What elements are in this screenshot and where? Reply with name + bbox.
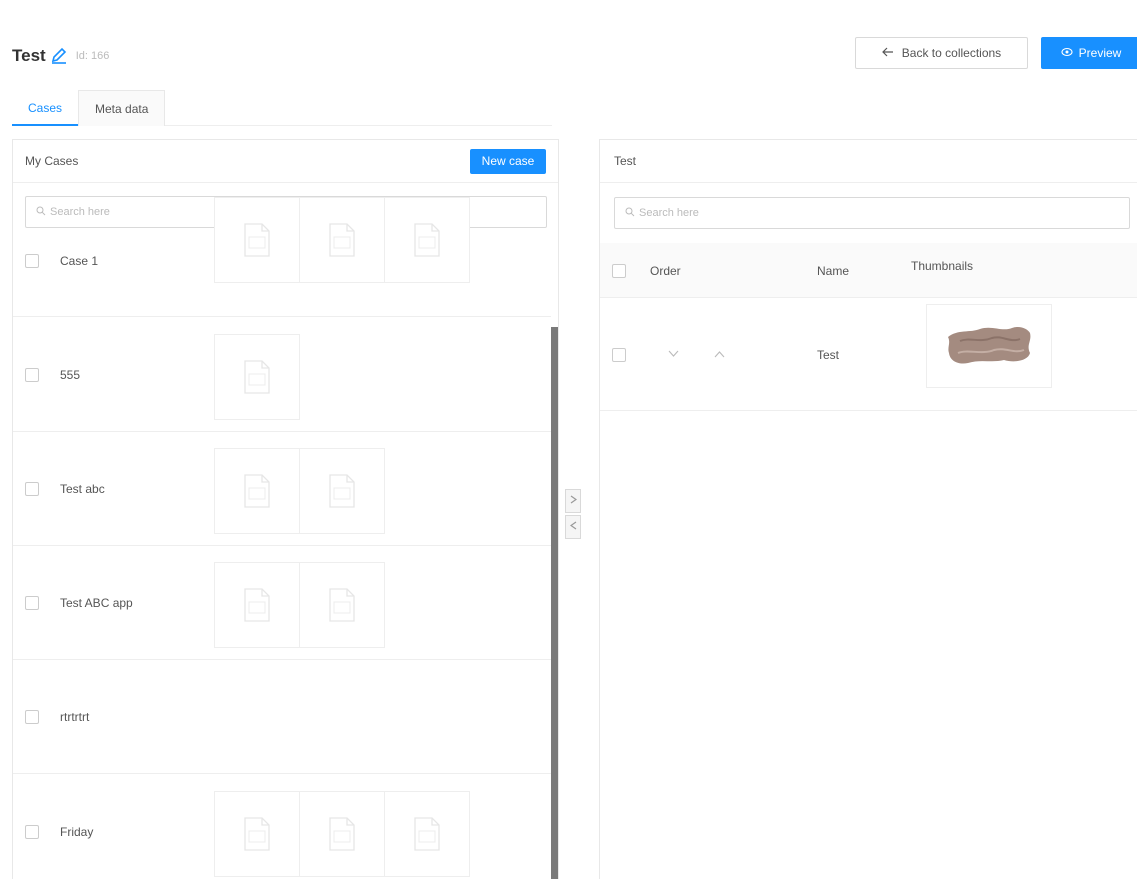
row-checkbox[interactable] xyxy=(612,348,626,362)
chevron-right-icon xyxy=(570,495,577,507)
case-checkbox[interactable] xyxy=(25,368,39,382)
chevron-left-icon xyxy=(569,521,577,533)
new-case-button[interactable]: New case xyxy=(470,148,546,174)
arrow-left-icon xyxy=(881,46,894,60)
move-down-chevron-icon[interactable] xyxy=(668,347,679,361)
row-name: Test xyxy=(817,348,840,362)
tab-bar: Cases Meta data xyxy=(12,90,552,126)
case-thumbnails xyxy=(214,334,300,420)
page-title: Test xyxy=(12,46,46,65)
file-placeholder-icon[interactable] xyxy=(214,197,300,283)
case-name: Test abc xyxy=(60,482,105,496)
file-placeholder-icon[interactable] xyxy=(214,562,300,648)
back-button-label: Back to collections xyxy=(901,46,1002,60)
search-placeholder: Search here xyxy=(639,207,699,219)
list-item[interactable]: Case 1 xyxy=(13,197,551,317)
scrollbar[interactable] xyxy=(551,327,558,879)
tab-meta-data[interactable]: Meta data xyxy=(78,90,166,126)
list-item[interactable]: Friday xyxy=(13,774,551,879)
case-name: 555 xyxy=(60,368,81,382)
case-name: Friday xyxy=(60,825,94,839)
collection-panel-title: Test xyxy=(614,154,637,168)
page-title-group: Test Id: 166 xyxy=(12,46,109,66)
collection-panel-header: Test xyxy=(600,140,1137,183)
file-placeholder-icon[interactable] xyxy=(214,448,300,534)
column-header-order[interactable]: Order xyxy=(650,264,681,278)
file-placeholder-icon[interactable] xyxy=(299,197,385,283)
list-item[interactable]: Test ABC app xyxy=(13,546,551,660)
collection-id: Id: 166 xyxy=(75,50,110,62)
case-name: Case 1 xyxy=(60,254,99,268)
file-placeholder-icon[interactable] xyxy=(299,448,385,534)
file-placeholder-icon[interactable] xyxy=(214,334,300,420)
move-up-chevron-icon[interactable] xyxy=(714,347,725,361)
case-thumbnails xyxy=(214,448,385,534)
my-cases-title: My Cases xyxy=(25,154,79,168)
preview-button-label: Preview xyxy=(1078,46,1122,60)
collection-panel: Test Search here Order Name Thumbnails T… xyxy=(599,139,1137,879)
case-checkbox[interactable] xyxy=(25,596,39,610)
case-checkbox[interactable] xyxy=(25,825,39,839)
list-item[interactable]: 555 xyxy=(13,317,551,432)
list-item[interactable]: Test abc xyxy=(13,432,551,546)
eye-icon xyxy=(1061,46,1073,60)
column-header-name[interactable]: Name xyxy=(817,264,849,278)
file-placeholder-icon[interactable] xyxy=(299,562,385,648)
move-left-button[interactable] xyxy=(565,515,581,539)
case-checkbox[interactable] xyxy=(25,482,39,496)
case-thumbnails xyxy=(214,791,470,877)
file-placeholder-icon[interactable] xyxy=(214,791,300,877)
specimen-image-icon xyxy=(944,323,1034,370)
search-icon xyxy=(625,207,635,220)
row-thumbnail[interactable] xyxy=(926,304,1052,388)
case-name: rtrtrtrt xyxy=(60,710,90,724)
search-icon xyxy=(36,206,46,219)
case-name: Test ABC app xyxy=(60,596,133,610)
file-placeholder-icon[interactable] xyxy=(384,791,470,877)
column-header-thumbnails[interactable]: Thumbnails xyxy=(911,259,973,273)
tab-cases[interactable]: Cases xyxy=(12,90,79,126)
table-row: Test xyxy=(600,298,1137,411)
case-thumbnails xyxy=(214,562,385,648)
collection-search-input[interactable]: Search here xyxy=(614,197,1130,229)
case-thumbnails xyxy=(214,197,470,283)
table-header: Order Name Thumbnails xyxy=(600,243,1137,298)
file-placeholder-icon[interactable] xyxy=(384,197,470,283)
case-checkbox[interactable] xyxy=(25,710,39,724)
list-item[interactable]: rtrtrtrt xyxy=(13,660,551,774)
preview-button[interactable]: Preview xyxy=(1041,37,1137,69)
case-checkbox[interactable] xyxy=(25,254,39,268)
move-right-button[interactable] xyxy=(565,489,581,513)
edit-pencil-icon[interactable] xyxy=(50,47,68,65)
file-placeholder-icon[interactable] xyxy=(299,791,385,877)
page-header: Test Id: 166 Back to collections Preview xyxy=(0,0,1137,90)
my-cases-header: My Cases New case xyxy=(13,140,558,183)
search-placeholder: Search here xyxy=(50,206,110,218)
select-all-checkbox[interactable] xyxy=(612,264,626,278)
back-to-collections-button[interactable]: Back to collections xyxy=(855,37,1028,69)
my-cases-panel: My Cases New case Search here Case 1 555 T… xyxy=(12,139,559,879)
